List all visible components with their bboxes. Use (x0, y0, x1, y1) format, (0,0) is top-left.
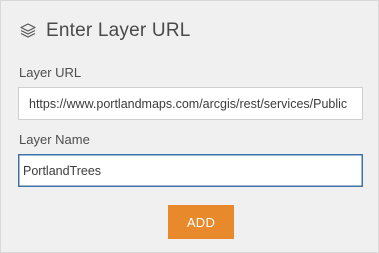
layer-url-input[interactable] (18, 87, 363, 120)
layer-name-input[interactable] (18, 154, 363, 187)
layer-url-label: Layer URL (19, 65, 82, 80)
add-button[interactable]: ADD (168, 205, 234, 239)
layers-icon (18, 21, 38, 41)
panel-title: Enter Layer URL (46, 20, 191, 41)
layer-name-label: Layer Name (19, 132, 90, 147)
enter-layer-url-panel: Enter Layer URL Layer URL Layer Name ADD (0, 0, 379, 253)
panel-header: Enter Layer URL (18, 18, 191, 44)
